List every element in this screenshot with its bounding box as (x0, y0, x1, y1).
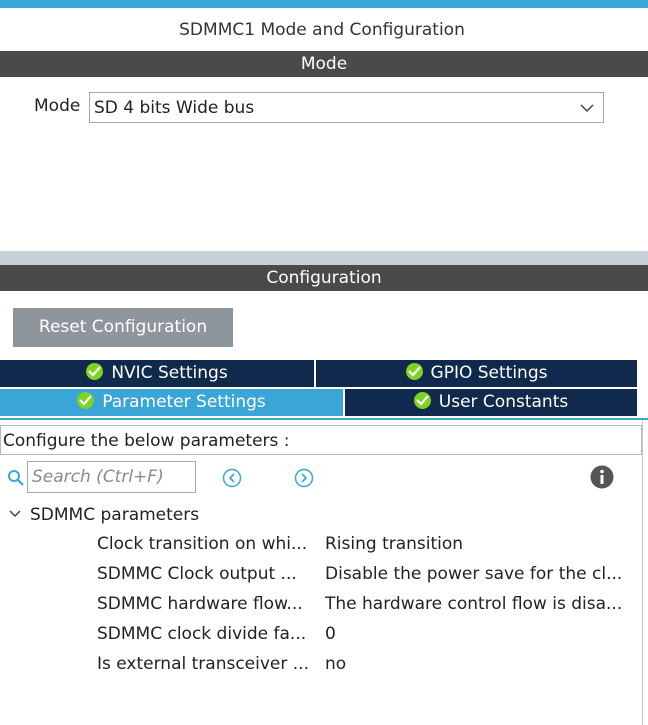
param-value[interactable]: Rising transition (325, 534, 635, 554)
search-input[interactable] (27, 461, 196, 493)
section-divider (0, 251, 648, 265)
panel-top-border (0, 418, 648, 420)
mode-section-header: Mode (0, 51, 648, 77)
mode-select[interactable]: SD 4 bits Wide bus (89, 92, 604, 123)
param-name[interactable]: SDMMC Clock output ... (97, 564, 319, 584)
check-circle-icon (405, 363, 423, 380)
param-value[interactable]: 0 (325, 624, 635, 644)
check-circle-icon (413, 392, 431, 409)
tab-label: NVIC Settings (111, 363, 228, 383)
chevron-down-icon (8, 504, 22, 518)
check-circle-icon (77, 392, 95, 409)
chevron-down-icon (579, 100, 595, 116)
next-result-icon[interactable] (294, 468, 314, 488)
previous-result-icon[interactable] (222, 468, 242, 488)
mode-select-value: SD 4 bits Wide bus (94, 98, 255, 118)
top-accent-bar (0, 0, 648, 8)
check-circle-icon (86, 363, 104, 380)
param-value[interactable]: The hardware control flow is disa... (325, 594, 635, 614)
tree-group-label: SDMMC parameters (30, 505, 200, 525)
param-name[interactable]: SDMMC hardware flow... (97, 594, 319, 614)
reset-configuration-button[interactable]: Reset Configuration (13, 308, 233, 347)
configuration-section-header: Configuration (0, 265, 648, 291)
panel-instruction: Configure the below parameters : (0, 425, 642, 455)
tab-label: Parameter Settings (102, 392, 266, 412)
tree-group-sdmmc-parameters[interactable]: SDMMC parameters (8, 503, 199, 527)
panel-right-border (642, 420, 643, 725)
window-title: SDMMC1 Mode and Configuration (179, 20, 465, 40)
param-name[interactable]: Clock transition on whi... (97, 534, 319, 554)
tab-nvic-settings[interactable]: NVIC Settings (0, 360, 314, 387)
tab-label: GPIO Settings (430, 363, 548, 383)
param-name[interactable]: SDMMC clock divide fa... (97, 624, 319, 644)
search-icon (7, 469, 25, 487)
tab-parameter-settings[interactable]: Parameter Settings (0, 389, 343, 416)
tab-label: User Constants (438, 392, 569, 412)
param-value[interactable]: Disable the power save for the cl... (325, 564, 635, 584)
param-name[interactable]: Is external transceiver ... (97, 654, 319, 674)
info-icon[interactable] (590, 465, 614, 489)
tab-user-constants[interactable]: User Constants (345, 389, 637, 416)
tab-gpio-settings[interactable]: GPIO Settings (316, 360, 637, 387)
param-value[interactable]: no (325, 654, 635, 674)
mode-label: Mode (34, 96, 81, 116)
